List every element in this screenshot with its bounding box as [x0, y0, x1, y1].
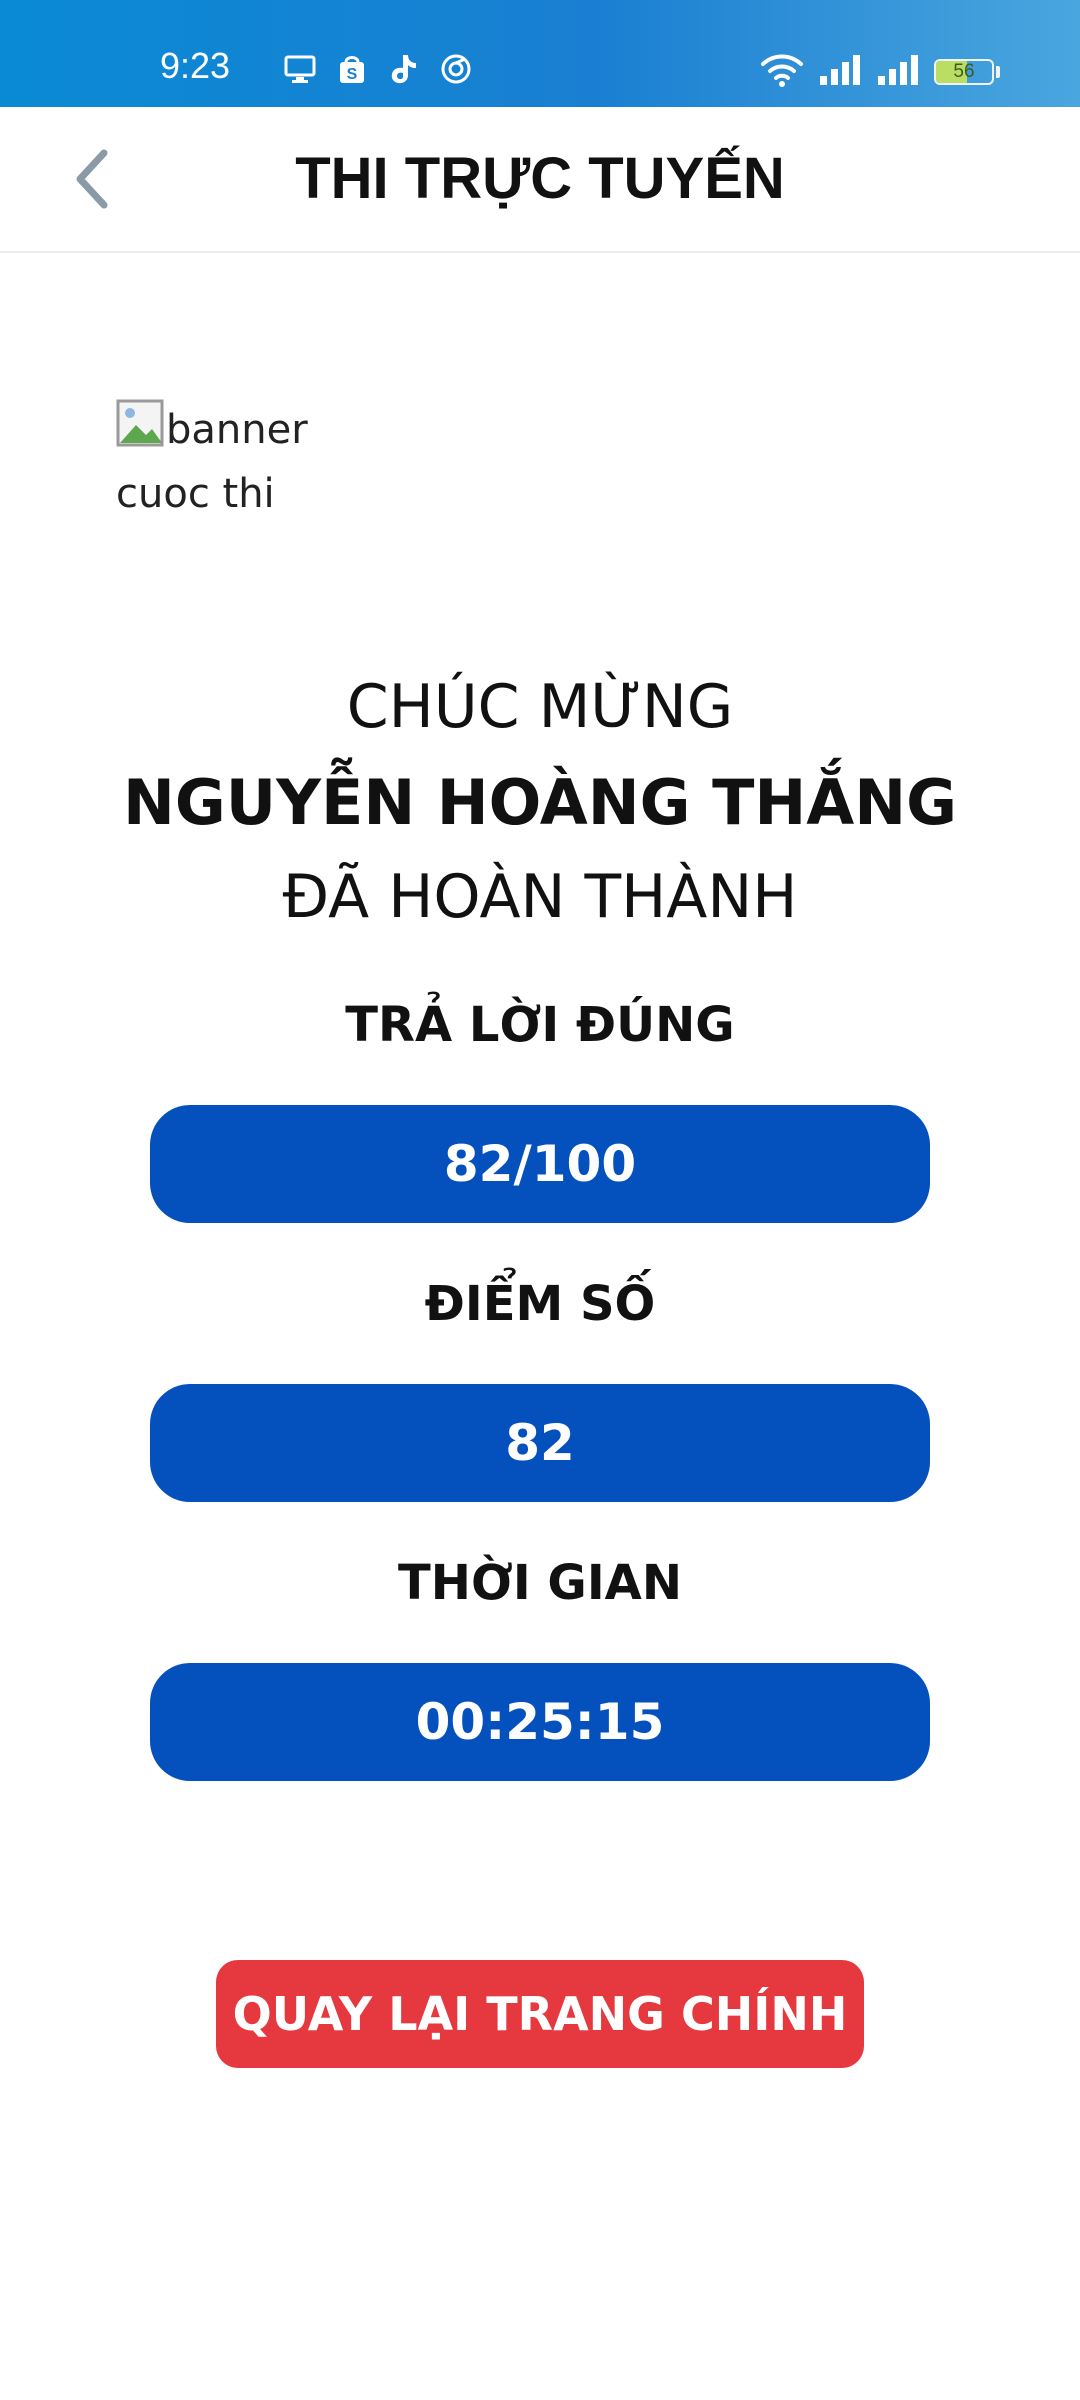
- completed-text: ĐÃ HOÀN THÀNH: [282, 862, 798, 932]
- score-label: ĐIỂM SỐ: [424, 1276, 656, 1332]
- congrats-heading: CHÚC MỪNG: [346, 672, 734, 742]
- status-bar: 9:23 S 56: [0, 0, 1080, 107]
- banner-image: banner cuoc thi: [116, 398, 336, 526]
- correct-answers-label: TRẢ LỜI ĐÚNG: [345, 997, 735, 1053]
- page-title: THI TRỰC TUYẾN: [295, 146, 785, 211]
- browser-icon: [439, 52, 473, 86]
- score-value: 82: [150, 1384, 930, 1502]
- time-label: THỜI GIAN: [398, 1555, 682, 1611]
- signal-icon: [876, 54, 920, 90]
- correct-answers-value: 82/100: [150, 1105, 930, 1223]
- screen-cast-icon: [283, 52, 317, 86]
- app-header: THI TRỰC TUYẾN: [0, 107, 1080, 253]
- signal-icon: [818, 54, 862, 90]
- wifi-icon: [760, 52, 804, 92]
- status-time: 9:23: [160, 45, 231, 86]
- svg-text:S: S: [347, 66, 358, 83]
- notification-icons: S: [283, 52, 473, 86]
- broken-image-icon: [116, 399, 164, 447]
- participant-name: NGUYỄN HOÀNG THẮNG: [122, 766, 958, 839]
- battery-cap: [996, 66, 1000, 78]
- battery-level: 56: [953, 61, 975, 82]
- congrats-block: CHÚC MỪNG NGUYỄN HOÀNG THẮNG ĐÃ HOÀN THÀ…: [0, 660, 1080, 945]
- back-to-home-button[interactable]: QUAY LẠI TRANG CHÍNH: [216, 1960, 864, 2068]
- shopee-icon: S: [335, 52, 369, 86]
- status-right: 56: [760, 52, 1000, 92]
- tiktok-icon: [387, 52, 421, 86]
- time-value: 00:25:15: [150, 1663, 930, 1781]
- battery-icon: 56: [934, 59, 994, 85]
